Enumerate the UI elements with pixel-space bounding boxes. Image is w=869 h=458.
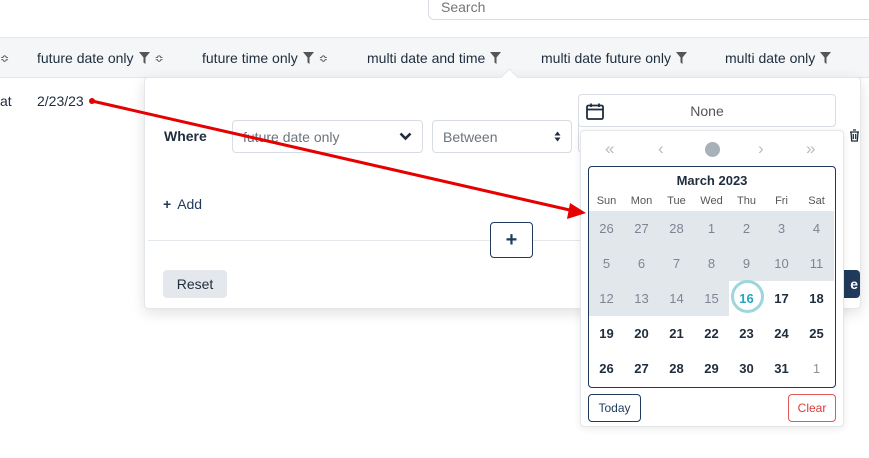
- month-title: March 2023: [676, 173, 748, 188]
- current-month-dot-icon[interactable]: [705, 142, 720, 157]
- sort-icon[interactable]: ≎: [319, 52, 328, 65]
- column-label: future date only: [37, 50, 134, 66]
- filter-icon[interactable]: [490, 52, 502, 64]
- operator-select[interactable]: Between: [432, 120, 572, 153]
- reset-label: Reset: [176, 276, 214, 292]
- weekday-label: Fri: [775, 195, 788, 207]
- calendar-day: 5: [589, 246, 624, 281]
- column-header-multi-date-only[interactable]: multi date only: [725, 38, 832, 78]
- trash-icon[interactable]: [849, 129, 860, 145]
- today-ring: [731, 280, 764, 313]
- date-input[interactable]: None: [578, 94, 836, 127]
- calendar-day: 11: [799, 246, 834, 281]
- calendar-day: 14: [659, 281, 694, 316]
- weekday-label: Sun: [596, 195, 617, 207]
- month-grid: March 2023 Sun Mon Tue Wed Thu Fri Sat 2…: [588, 166, 836, 388]
- calendar-day[interactable]: 23: [729, 316, 764, 351]
- calendar-day[interactable]: 30: [729, 351, 764, 386]
- add-group-button[interactable]: +: [490, 222, 533, 258]
- calendar-day: 10: [764, 246, 799, 281]
- sort-select-icon: [554, 131, 561, 142]
- calendar-nav: « ‹ › »: [581, 131, 845, 167]
- date-input-value: None: [690, 102, 724, 119]
- column-header-multi-date-future-only[interactable]: multi date future only: [541, 38, 687, 78]
- filter-icon[interactable]: [138, 52, 150, 64]
- weekday-label: Thu: [737, 195, 756, 207]
- field-select-value: future date only: [243, 128, 340, 145]
- chevron-down-icon: [399, 132, 412, 141]
- calendar-day: 28: [659, 211, 694, 246]
- next-month-button[interactable]: ›: [758, 139, 764, 159]
- weekday-label: Tue: [667, 195, 686, 207]
- weekday-label: Sat: [808, 195, 825, 207]
- calendar-day: 2: [729, 211, 764, 246]
- calendar-day: 4: [799, 211, 834, 246]
- search-box[interactable]: [428, 0, 869, 20]
- calendar-day[interactable]: 21: [659, 316, 694, 351]
- calendar-day[interactable]: 29: [694, 351, 729, 386]
- calendar-day[interactable]: 24: [764, 316, 799, 351]
- table-header-row: ≎ future date only ≎ future time only ≎ …: [0, 37, 869, 78]
- filter-icon[interactable]: [675, 52, 687, 64]
- filter-icon[interactable]: [302, 52, 314, 64]
- calendar-day: 12: [589, 281, 624, 316]
- calendar-day[interactable]: 28: [659, 351, 694, 386]
- field-select[interactable]: future date only: [232, 120, 423, 153]
- calendar-day: 9: [729, 246, 764, 281]
- column-label: multi date and time: [367, 50, 486, 66]
- weekday-label: Mon: [630, 195, 653, 207]
- next-year-button[interactable]: »: [806, 139, 815, 159]
- column-header-multi-date-and-time[interactable]: multi date and time: [367, 38, 502, 78]
- column-label: multi date only: [725, 50, 816, 66]
- calendar-day[interactable]: 19: [589, 316, 624, 351]
- calendar-popup: « ‹ › » March 2023 Sun Mon Tue Wed Thu F…: [580, 130, 844, 427]
- table-cell-date: 2/23/23: [37, 93, 84, 109]
- sort-icon[interactable]: ≎: [155, 52, 164, 65]
- table-cell: at: [0, 93, 12, 109]
- apply-label: e: [850, 276, 858, 292]
- column-header-future-time-only[interactable]: future time only ≎: [202, 38, 328, 78]
- today-label: Today: [598, 401, 631, 415]
- annotation-arrow-start: [89, 98, 95, 104]
- weekday-label: Wed: [700, 195, 723, 207]
- column-label: multi date future only: [541, 50, 671, 66]
- clear-label: Clear: [797, 401, 827, 415]
- calendar-day: 15: [694, 281, 729, 316]
- add-filter-button[interactable]: + Add: [163, 196, 202, 212]
- column-label: future time only: [202, 50, 298, 66]
- calendar-day[interactable]: 27: [624, 351, 659, 386]
- filter-icon[interactable]: [820, 52, 832, 64]
- search-input[interactable]: [429, 0, 869, 19]
- calendar-day: 7: [659, 246, 694, 281]
- sort-icon[interactable]: ≎: [0, 38, 9, 78]
- calendar-day[interactable]: 31: [764, 351, 799, 386]
- add-filter-label: Add: [177, 196, 203, 212]
- calendar-day[interactable]: 20: [624, 316, 659, 351]
- calendar-day[interactable]: 22: [694, 316, 729, 351]
- plus-icon: +: [163, 196, 172, 212]
- calendar-day: 26: [589, 211, 624, 246]
- calendar-day: 3: [764, 211, 799, 246]
- calendar-icon: [586, 103, 604, 120]
- calendar-day[interactable]: 25: [799, 316, 834, 351]
- add-group-label: +: [505, 228, 518, 251]
- calendar-day: 6: [624, 246, 659, 281]
- clear-button[interactable]: Clear: [788, 394, 836, 422]
- calendar-day[interactable]: 17: [764, 281, 799, 316]
- column-header-future-date-only[interactable]: future date only ≎: [37, 38, 164, 78]
- calendar-day: 13: [624, 281, 659, 316]
- prev-year-button[interactable]: «: [605, 139, 614, 159]
- today-button[interactable]: Today: [588, 394, 641, 422]
- calendar-day: 8: [694, 246, 729, 281]
- calendar-day: 27: [624, 211, 659, 246]
- calendar-day[interactable]: 18: [799, 281, 834, 316]
- prev-month-button[interactable]: ‹: [658, 139, 664, 159]
- operator-select-value: Between: [443, 128, 498, 145]
- calendar-day: 1: [694, 211, 729, 246]
- calendar-day[interactable]: 26: [589, 351, 624, 386]
- calendar-day[interactable]: 1: [799, 351, 834, 386]
- reset-button[interactable]: Reset: [163, 270, 227, 298]
- where-label: Where: [164, 128, 207, 144]
